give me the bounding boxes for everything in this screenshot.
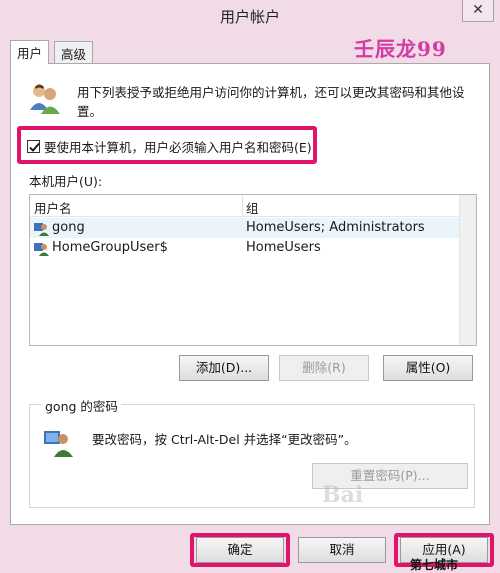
- column-header-username[interactable]: 用户名: [34, 198, 72, 217]
- window-title: 用户帐户: [219, 8, 280, 26]
- column-header-group[interactable]: 组: [246, 198, 259, 217]
- user-accounts-dialog: 用户帐户 ✕ 壬辰龙99 用户 高级 用下列表授予或拒绝用户访问你的计算机，还可…: [0, 0, 500, 573]
- watermark-text: 壬辰龙99: [354, 37, 447, 61]
- add-user-button[interactable]: 添加(D)...: [179, 355, 269, 381]
- site-watermark: 第七城市: [410, 558, 459, 572]
- remove-user-button[interactable]: 删除(R): [279, 355, 369, 381]
- table-row[interactable]: HomeGroupUser$ HomeUsers: [30, 238, 460, 258]
- tab-advanced[interactable]: 高级: [54, 41, 94, 63]
- users-tab-panel: 用下列表授予或拒绝用户访问你的计算机，还可以更改其密码和其他设置。 要使用本计算…: [10, 63, 490, 525]
- user-icon: [34, 243, 49, 256]
- local-users-label: 本机用户(U):: [29, 174, 103, 189]
- user-name: HomeGroupUser$: [52, 240, 168, 255]
- checkbox[interactable]: [27, 139, 40, 153]
- user-group: HomeUsers: [246, 240, 321, 255]
- password-instructions: 要改密码，按 Ctrl-Alt-Del 并选择“更改密码”。: [92, 432, 357, 447]
- password-group: gong 的密码 要改密码，按 Ctrl-Alt-Del 并选择“更改密码”。 …: [29, 396, 475, 508]
- close-button[interactable]: ✕: [462, 0, 494, 22]
- tab-users[interactable]: 用户: [10, 40, 50, 64]
- baidu-watermark: Bai: [322, 482, 364, 508]
- ok-button[interactable]: 确定: [196, 537, 284, 563]
- cancel-button[interactable]: 取消: [298, 537, 386, 563]
- user-name: gong: [52, 220, 85, 235]
- users-icon: [30, 84, 60, 114]
- table-row[interactable]: gong HomeUsers; Administrators: [30, 218, 460, 238]
- list-header: 用户名 组: [30, 195, 476, 217]
- user-password-icon: [44, 431, 73, 457]
- local-users-list[interactable]: 用户名 组 gong HomeUsers; Administrators Hom…: [29, 194, 477, 346]
- vertical-scrollbar[interactable]: [459, 195, 476, 345]
- title-bar: 用户帐户 ✕: [0, 0, 500, 34]
- checkbox-label: 要使用本计算机，用户必须输入用户名和密码(E): [44, 139, 312, 155]
- checkmark-icon: [29, 142, 40, 152]
- properties-button[interactable]: 属性(O): [383, 355, 473, 381]
- column-divider: [242, 195, 243, 217]
- require-password-checkbox[interactable]: 要使用本计算机，用户必须输入用户名和密码(E): [27, 136, 312, 156]
- description-text: 用下列表授予或拒绝用户访问你的计算机，还可以更改其密码和其他设置。: [77, 85, 465, 119]
- user-icon: [34, 223, 49, 236]
- user-group: HomeUsers; Administrators: [246, 220, 425, 235]
- password-group-title: gong 的密码: [42, 396, 121, 415]
